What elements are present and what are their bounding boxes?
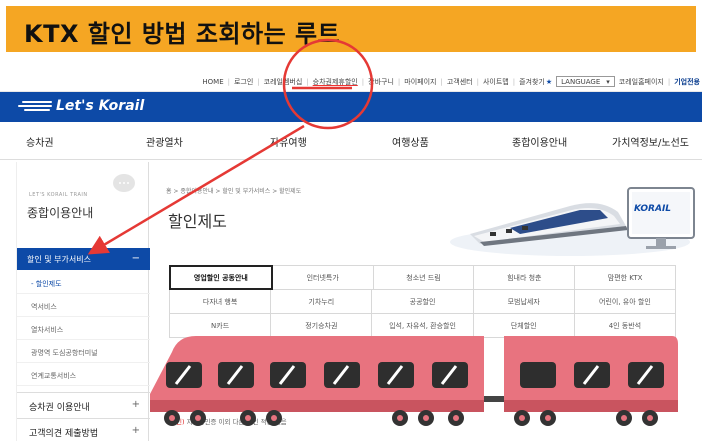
utility-links: HOME | 로그인 | 코레일멤버십 | 승차권제휴할인 | 장바구니 | 마이페이지 |…: [202, 76, 700, 87]
sidebar-subitem-connecting-transport[interactable]: 연계교통서비스: [17, 364, 150, 386]
tab-public-discount[interactable]: 공공할인: [371, 289, 474, 314]
sidebar-subitem-train-service[interactable]: 열차서비스: [17, 318, 150, 340]
util-link-korail-home[interactable]: 코레일홈페이지: [619, 77, 664, 87]
sidebar-subitem-station-service[interactable]: 역서비스: [17, 295, 150, 317]
tab-row: N카드 정기승차권 입석, 자유석, 환승할인 단체할인 4인 동반석: [169, 313, 677, 338]
language-label: LANGUAGE: [561, 77, 601, 86]
main-content: 홈 > 종합이용안내 > 할인 및 부가서비스 > 할인제도 할인제도 KORA…: [150, 162, 702, 441]
sidebar-group-feedback[interactable]: 고객의견 제출방법 +: [17, 418, 150, 441]
tab-season-ticket[interactable]: 정기승차권: [270, 313, 373, 338]
tab-row: 영업할인 공동안내 인터넷특가 청소년 드림 힘내라 청춘 맘편한 KTX: [169, 265, 676, 290]
sidebar-item-label: 할인 및 부가서비스: [27, 255, 91, 264]
logo-text: Let's Korail: [56, 98, 145, 114]
sidebar: LET'S KORAIL TRAIN 종합이용안내 할인 및 부가서비스 − -…: [16, 162, 150, 441]
body-red-text: 할인): [170, 418, 185, 426]
tab-business-discount[interactable]: 영업할인 공동안내: [169, 265, 273, 290]
dropdown-arrow-icon: ▾: [606, 77, 610, 86]
nav-item-tickets[interactable]: 승차권: [26, 134, 54, 149]
nav-item-tour-trains[interactable]: 관광열차: [146, 134, 183, 149]
breadcrumb: 홈 > 종합이용안내 > 할인 및 부가서비스 > 할인제도: [166, 188, 302, 195]
korail-logo[interactable]: Let's Korail: [18, 98, 144, 114]
nav-item-travel-products[interactable]: 여행상품: [392, 134, 429, 149]
banner-title: KTX 할인 방법 조회하는 루트: [24, 20, 341, 48]
title-banner: KTX 할인 방법 조회하는 루트: [0, 0, 702, 58]
collapse-icon[interactable]: −: [132, 253, 140, 264]
tab-child-discount[interactable]: 어린이, 유아 할인: [573, 289, 677, 314]
tab-row: 다자녀 행복 기차누리 공공할인 모범납세자 어린이, 유아 할인: [169, 289, 677, 314]
chat-bubble-icon: [113, 174, 135, 192]
star-icon: ★: [545, 77, 553, 86]
util-link-customer-center[interactable]: 고객센터: [447, 77, 473, 87]
train-monitor-illustration: [450, 187, 695, 256]
sidebar-group-label: 고객의견 제출방법: [29, 429, 99, 439]
util-link-partner-discount[interactable]: 승차권제휴할인: [313, 77, 358, 87]
tab-multi-child[interactable]: 다자녀 행복: [169, 289, 272, 314]
nav-item-free-travel[interactable]: 자유여행: [270, 134, 307, 149]
language-select[interactable]: LANGUAGE ▾: [556, 76, 615, 87]
sidebar-subtitle: LET'S KORAIL TRAIN: [29, 192, 88, 198]
tab-n-card[interactable]: N카드: [169, 313, 272, 338]
tab-group-discount[interactable]: 단체할인: [472, 313, 575, 338]
sidebar-item-discount-services[interactable]: 할인 및 부가서비스 −: [17, 248, 150, 270]
speed-lines-icon: [18, 99, 52, 113]
tab-internet-special[interactable]: 인터넷특가: [271, 265, 374, 290]
sidebar-subitem-discount-system[interactable]: - 할인제도: [17, 272, 150, 294]
tab-cheer-up-youth[interactable]: 힘내라 청춘: [473, 265, 576, 290]
utility-bar: HOME | 로그인 | 코레일멤버십 | 승차권제휴할인 | 장바구니 | 마이페이지 |…: [0, 72, 702, 92]
expand-icon[interactable]: +: [132, 399, 140, 410]
nav-item-station-info[interactable]: 가치역정보/노선도: [612, 134, 689, 149]
util-link-sitemap[interactable]: 사이트맵: [483, 77, 509, 87]
sidebar-group-label: 승차권 이용안내: [29, 403, 90, 413]
expand-icon[interactable]: +: [132, 425, 140, 436]
util-link-corporate[interactable]: 기업전용: [674, 77, 700, 87]
tab-model-taxpayer[interactable]: 모범납세자: [472, 289, 575, 314]
tab-standing-seat[interactable]: 입석, 자유석, 환승할인: [371, 313, 474, 338]
sidebar-header: LET'S KORAIL TRAIN 종합이용안내: [17, 162, 150, 248]
util-link-membership[interactable]: 코레일멤버십: [264, 77, 303, 87]
tab-comfortable-ktx[interactable]: 맘편한 KTX: [574, 265, 676, 290]
util-link-login[interactable]: 로그인: [234, 77, 253, 87]
util-link-home[interactable]: HOME: [202, 78, 223, 86]
banner-background: KTX 할인 방법 조회하는 루트: [6, 6, 696, 52]
sidebar-group-ticket-guide[interactable]: 승차권 이용안내 +: [17, 392, 150, 416]
tab-youth-dream[interactable]: 청소년 드림: [372, 265, 475, 290]
util-link-favorites[interactable]: 즐겨찾기: [519, 77, 545, 87]
util-link-mypage[interactable]: 마이페이지: [404, 77, 436, 87]
body-text: 할인) 지연할인증 이외 다른 할인 적용 없음: [170, 416, 287, 426]
body-note-text: 지연할인증 이외 다른 할인 적용 없음: [186, 418, 287, 426]
sidebar-title: 종합이용안내: [27, 206, 94, 220]
monitor-korail-logo: KORAIL: [634, 204, 672, 214]
util-link-cart[interactable]: 장바구니: [368, 77, 394, 87]
main-navigation: 승차권 관광열차 자유여행 여행상품 종합이용안내 가치역정보/노선도: [0, 122, 702, 160]
logo-bar: Let's Korail: [0, 92, 702, 122]
tab-four-seat[interactable]: 4인 동반석: [573, 313, 677, 338]
sidebar-subitem-gwangmyeong-terminal[interactable]: 광명역 도심공항터미널: [17, 341, 150, 363]
nav-item-guide[interactable]: 종합이용안내: [512, 134, 567, 149]
tab-gicha-nuri[interactable]: 기차누리: [270, 289, 373, 314]
page-title: 할인제도: [168, 212, 227, 231]
discount-tab-grid: 영업할인 공동안내 인터넷특가 청소년 드림 힘내라 청춘 맘편한 KTX 다자…: [169, 265, 677, 338]
